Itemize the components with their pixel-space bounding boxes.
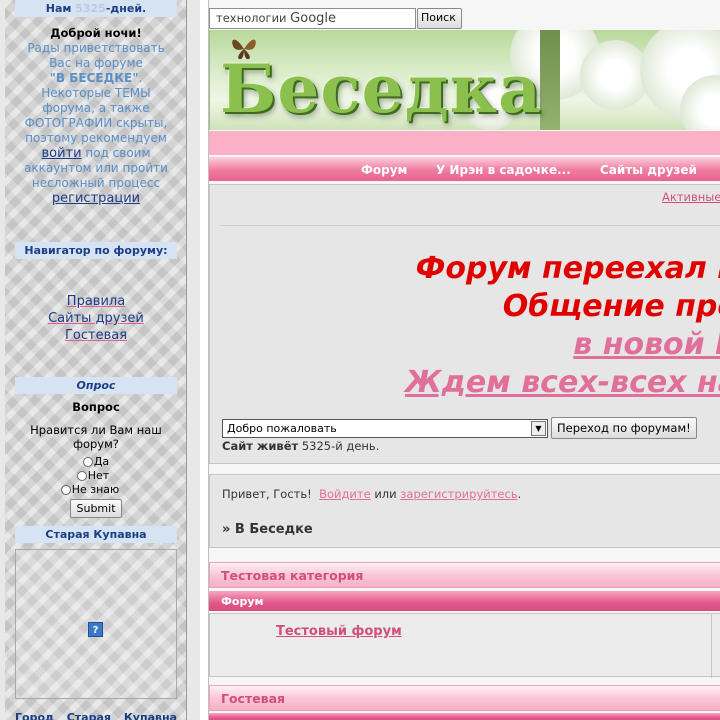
forum-jump-select[interactable]: Добро пожаловать ▼ [222, 419, 548, 438]
poll-options: Да Нет Не знаю [15, 455, 177, 497]
guest-register-link[interactable]: зарегистрируйтесь [400, 487, 517, 501]
poll-option-dontknow-label: Не знаю [71, 483, 120, 496]
nav-forum[interactable]: Форум [361, 163, 407, 177]
sidebar-content: Нам 5325-дней. Доброй ночи! Рады приветс… [15, 0, 177, 720]
poll-question-label: Вопрос [72, 400, 120, 414]
register-link[interactable]: регистрации [52, 191, 140, 206]
days-suffix: -дней. [105, 2, 147, 15]
select-value: Добро пожаловать [227, 422, 337, 435]
chevron-down-icon[interactable]: ▼ [531, 421, 546, 436]
divider [220, 225, 720, 226]
welcome-dot: . [138, 71, 143, 85]
poll-submit-button[interactable]: Submit [70, 499, 122, 518]
forum-name: "В БЕСЕДКЕ" [49, 71, 139, 85]
site-age-value: 5325-й день. [301, 439, 380, 453]
welcome-line: Рады приветствовать Вас на форуме [27, 41, 165, 70]
greeting: Доброй ночи! [50, 26, 142, 40]
tree-trunk [540, 30, 560, 130]
category-subheader: Форум [209, 591, 720, 611]
radio-icon[interactable] [82, 457, 93, 467]
announce-line-1: Форум переехал н [415, 251, 720, 286]
guest-or: или [374, 487, 397, 501]
days-counter: Нам 5325-дней. [15, 0, 177, 17]
search-value: технологии [216, 11, 287, 25]
active-topics-link[interactable]: Активные [662, 190, 720, 204]
forum-jump-button[interactable]: Переход по форумам! [551, 417, 697, 439]
site-age-label: Сайт живёт [222, 439, 299, 453]
left-sidebar: Нам 5325-дней. Доброй ночи! Рады приветс… [0, 0, 200, 720]
column-divider [711, 614, 712, 678]
top-nav: Форум У Ирэн в садочке... Сайты друзей [209, 157, 720, 181]
town-title: Старая Купавна [15, 526, 177, 543]
site-banner: Беседка [209, 30, 720, 130]
guest-login-link[interactable]: Войдите [319, 487, 371, 501]
announce-line-4[interactable]: Ждем всех-всех на [405, 365, 720, 400]
radio-icon[interactable] [76, 471, 87, 481]
pink-strip [209, 131, 720, 155]
banner-title: Беседка [220, 50, 542, 128]
login-link[interactable]: войти [41, 146, 81, 161]
category-header-guestbook[interactable]: Гостевая [209, 685, 720, 711]
search-input[interactable]: технологии Google [209, 8, 416, 29]
announce-line-2: Общение про [502, 289, 720, 324]
nav-garden[interactable]: У Ирэн в садочке... [436, 163, 571, 177]
town-text: Город Старая Купавна расположен на левом [15, 711, 177, 720]
category-subheader-guestbook [209, 713, 720, 720]
poll-option-no[interactable]: Нет [9, 469, 177, 483]
forum-link[interactable]: Тестовый форум [276, 624, 402, 639]
poll-option-no-label: Нет [87, 469, 110, 482]
main-frame: технологии Google Поиск Беседка Форум У … [208, 0, 720, 720]
nav-link-rules[interactable]: Правила [67, 294, 125, 309]
forum-row: Тестовый форум [209, 613, 720, 678]
hidden-notice: Некоторые ТЕМЫ форума, а также ФОТОГРАФИ… [24, 86, 168, 145]
breadcrumb: » В Беседке [222, 522, 313, 537]
navigator-title: Навигатор по форуму: [15, 242, 177, 259]
announcement-panel: Активные Форум переехал н Общение про в … [209, 184, 720, 464]
days-number: 5325 [75, 2, 106, 15]
site-age: Сайт живёт 5325-й день. [222, 439, 379, 453]
nav-link-friends[interactable]: Сайты друзей [48, 311, 144, 326]
radio-icon[interactable] [60, 485, 71, 495]
poll-title: Опрос [15, 377, 177, 394]
town-widget: ? [15, 549, 177, 699]
help-icon[interactable]: ? [88, 622, 103, 637]
poll-question: Нравится ли Вам наш форум? [30, 423, 162, 451]
main-area: технологии Google Поиск Беседка Форум У … [200, 0, 720, 720]
poll-option-dontknow[interactable]: Не знаю [3, 483, 177, 497]
guest-greeting: Привет, Гость! Войдите или зарегистрируй… [222, 487, 521, 501]
guest-hello: Привет, Гость! [222, 487, 312, 501]
google-logo: Google [290, 11, 337, 26]
nav-friend-sites[interactable]: Сайты друзей [600, 163, 697, 177]
days-prefix: Нам [45, 2, 76, 15]
category-header[interactable]: Тестовая категория [209, 562, 720, 588]
navigator-links: Правила Сайты друзей Гостевая [15, 293, 177, 344]
guest-dot: . [517, 487, 522, 501]
nav-link-guestbook[interactable]: Гостевая [65, 328, 127, 343]
welcome-text: Рады приветствовать Вас на форуме "В БЕС… [15, 41, 177, 206]
search-button[interactable]: Поиск [417, 8, 462, 29]
poll-option-yes-label: Да [93, 455, 110, 468]
guest-panel: Привет, Гость! Войдите или зарегистрируй… [209, 474, 720, 548]
announce-line-3[interactable]: в новой Б [573, 327, 720, 362]
poll-option-yes[interactable]: Да [15, 455, 177, 469]
